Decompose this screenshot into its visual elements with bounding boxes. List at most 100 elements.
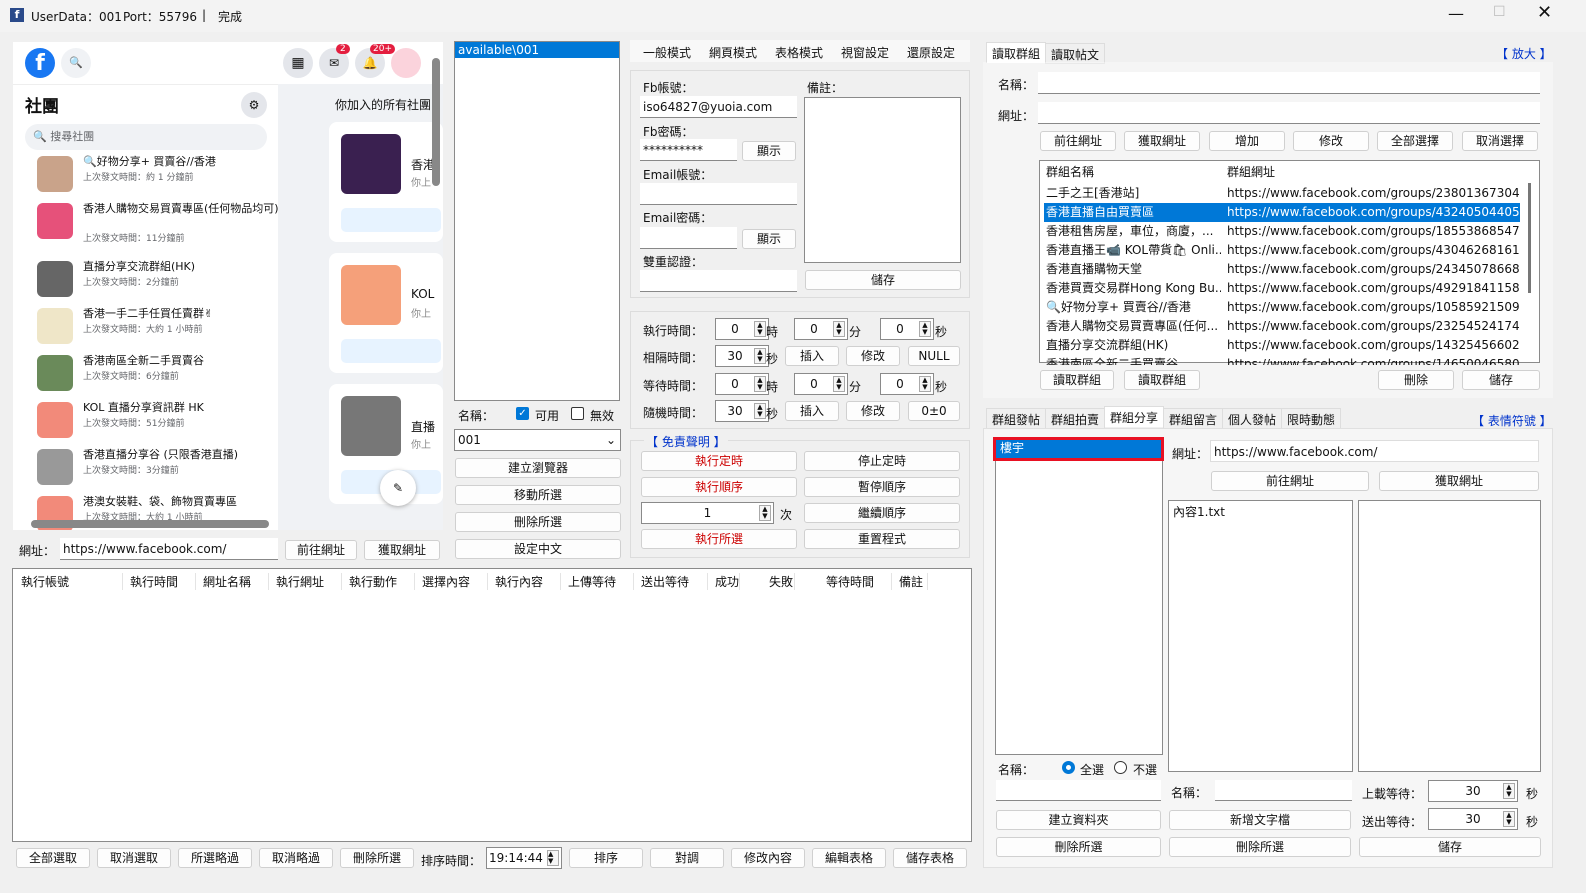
search-icon[interactable]: 🔍: [61, 48, 91, 78]
share-tab-5[interactable]: 限時動態: [1281, 408, 1342, 429]
log-column-header[interactable]: 執行網址: [276, 573, 343, 590]
card-button[interactable]: [341, 339, 441, 363]
mode-web[interactable]: 網頁模式: [709, 44, 757, 61]
interval-value-button[interactable]: NULL: [908, 346, 960, 366]
repeat-count-stepper[interactable]: 1 ▲ ▼: [641, 502, 774, 524]
avatar[interactable]: [391, 48, 421, 78]
group-row[interactable]: 香港直播王📹 KOL帶貨🛍 Onli... https://www.faceboo…: [1044, 241, 1520, 260]
group-action-button[interactable]: 前往網址: [1040, 131, 1116, 151]
bottom-button-2[interactable]: 所選略過: [178, 848, 252, 868]
run-selected-button[interactable]: 執行所選: [641, 529, 797, 549]
emoji-link[interactable]: 【 表情符號 】: [1472, 412, 1552, 429]
exec-minutes-stepper[interactable]: 0 ▲ ▼: [794, 318, 848, 340]
vertical-scrollbar[interactable]: [432, 58, 440, 186]
share-go-url-button[interactable]: 前往網址: [1211, 471, 1369, 491]
tab-read-posts[interactable]: 讀取帖文: [1045, 43, 1106, 64]
log-column-header[interactable]: 選擇內容: [422, 573, 489, 590]
settings-gear-icon[interactable]: ⚙: [241, 92, 267, 118]
email-pass-input[interactable]: [640, 227, 737, 249]
wait-minutes-stepper[interactable]: 0 ▲ ▼: [794, 373, 848, 395]
share-url-input[interactable]: https://www.facebook.com/: [1210, 440, 1539, 462]
group-action-button[interactable]: 修改: [1293, 131, 1369, 151]
compose-icon[interactable]: ✎: [380, 470, 416, 506]
disclaimer-link[interactable]: 【 免責聲明 】: [644, 433, 728, 450]
log-column-header[interactable]: 備註: [899, 573, 929, 590]
show-fb-pass-button[interactable]: 顯示: [742, 141, 796, 161]
sort-time-picker[interactable]: 19:14:44 ▲ ▼: [486, 847, 562, 869]
invalid-checkbox[interactable]: [571, 407, 584, 420]
save-groups-button[interactable]: 儲存: [1462, 370, 1540, 390]
select-none-radio[interactable]: [1114, 761, 1127, 774]
group-row[interactable]: 香港直播自由買賣區 https://www.facebook.com/groups…: [1044, 203, 1520, 222]
bottom-button-0[interactable]: 全部選取: [16, 848, 90, 868]
list-scrollbar[interactable]: [1528, 183, 1531, 293]
content-textarea[interactable]: [1358, 500, 1541, 772]
stepper-arrows-icon[interactable]: ▲ ▼: [547, 850, 559, 866]
stepper-arrows-icon[interactable]: ▲ ▼: [1503, 783, 1515, 799]
set-chinese-button[interactable]: 設定中文: [455, 539, 621, 559]
group-row[interactable]: 直播分享交流群組(HK) https://www.facebook.com/gro…: [1044, 336, 1520, 355]
stepper-arrows-icon[interactable]: ▲ ▼: [754, 348, 766, 364]
stepper-arrows-icon[interactable]: ▲ ▼: [833, 321, 845, 337]
read-groups-button[interactable]: 讀取群組: [1040, 370, 1114, 390]
reset-program-button[interactable]: 重置程式: [804, 529, 960, 549]
stepper-arrows-icon[interactable]: ▲ ▼: [759, 505, 771, 521]
exec-hours-stepper[interactable]: 0 ▲ ▼: [715, 318, 769, 340]
random-modify-button[interactable]: 修改: [846, 401, 900, 421]
move-selected-button[interactable]: 移動所選: [455, 485, 621, 505]
wait-seconds-stepper[interactable]: 0 ▲ ▼: [880, 373, 934, 395]
go-url-button[interactable]: 前往網址: [285, 540, 357, 560]
group-row[interactable]: 香港買賣交易群Hong Kong Bu... https://www.facebo…: [1044, 279, 1520, 298]
group-url-input[interactable]: [1038, 102, 1540, 124]
mode-general[interactable]: 一般模式: [643, 44, 691, 61]
fb-group-item[interactable]: 直播分享交流群組(HK) 上次發文時間：2分鐘前: [37, 259, 277, 303]
upload-wait-stepper[interactable]: 30 ▲ ▼: [1428, 780, 1518, 802]
bottom-action-0[interactable]: 排序: [569, 848, 643, 868]
bottom-button-1[interactable]: 取消選取: [97, 848, 171, 868]
random-stepper[interactable]: 30 ▲ ▼: [715, 400, 769, 422]
share-tab-3[interactable]: 群組留言: [1163, 408, 1224, 429]
card-button[interactable]: [341, 208, 441, 232]
send-wait-stepper[interactable]: 30 ▲ ▼: [1428, 808, 1518, 830]
log-column-header[interactable]: 成功: [715, 573, 741, 590]
share-tab-2[interactable]: 群組分享: [1104, 406, 1165, 427]
log-column-header[interactable]: 失敗: [769, 573, 796, 590]
exec-seconds-stepper[interactable]: 0 ▲ ▼: [880, 318, 934, 340]
random-insert-button[interactable]: 插入: [785, 401, 839, 421]
twofa-input[interactable]: [640, 270, 797, 292]
profile-list[interactable]: available\001: [454, 41, 620, 401]
group-row[interactable]: 香港南區全新二手買賣谷 https://www.facebook.com/grou…: [1044, 355, 1520, 365]
fb-user-input[interactable]: iso64827@yuoia.com: [640, 96, 797, 118]
get-url-button[interactable]: 獲取網址: [364, 540, 440, 560]
profile-item[interactable]: available\001: [455, 42, 619, 58]
delete-group-button[interactable]: 刪除: [1378, 370, 1454, 390]
fb-group-item[interactable]: 香港直播分享谷 (只限香港直播) 上次發文時間：3分鐘前: [37, 447, 277, 491]
file-item[interactable]: 內容1.txt: [1173, 503, 1348, 520]
horizontal-scrollbar[interactable]: [31, 520, 269, 528]
log-table[interactable]: 執行帳號 執行時間 網址名稱 執行網址 執行動作 選擇內容 執行內容 上傳等待 送出等待 成功 失敗…: [12, 568, 972, 842]
share-tab-1[interactable]: 群組拍賣: [1045, 408, 1106, 429]
stepper-arrows-icon[interactable]: ▲ ▼: [1503, 811, 1515, 827]
group-card[interactable]: 香港 你上: [329, 122, 443, 242]
interval-stepper[interactable]: 30 ▲ ▼: [715, 345, 769, 367]
available-checkbox[interactable]: ✓: [516, 407, 529, 420]
new-text-file-button[interactable]: 新增文字檔: [1169, 810, 1351, 830]
stepper-arrows-icon[interactable]: ▲ ▼: [754, 376, 766, 392]
create-browser-button[interactable]: 建立瀏覽器: [455, 458, 621, 478]
bottom-action-3[interactable]: 編輯表格: [812, 848, 886, 868]
group-action-button[interactable]: 增加: [1209, 131, 1285, 151]
mode-restore[interactable]: 還原設定: [907, 44, 955, 61]
address-input[interactable]: https://www.facebook.com/: [60, 538, 278, 560]
bottom-button-3[interactable]: 取消略過: [259, 848, 333, 868]
log-column-header[interactable]: 執行帳號: [21, 573, 124, 590]
fb-group-item[interactable]: 香港人購物交易買賣專區(任何物品均可) 上次發文時間：11分鐘前: [37, 201, 279, 245]
fb-group-item[interactable]: 香港南區全新二手買賣谷 上次發文時間：6分鐘前: [37, 353, 277, 397]
maximize-button[interactable]: ☐: [1493, 4, 1506, 20]
fb-pass-input[interactable]: **********: [640, 139, 737, 161]
group-row[interactable]: 🔍好物分享+ 買賣谷//香港 https://www.facebook.com/g…: [1044, 298, 1520, 317]
group-row[interactable]: 二手之王[香港站] https://www.facebook.com/groups…: [1044, 184, 1520, 203]
stepper-arrows-icon[interactable]: ▲ ▼: [833, 376, 845, 392]
interval-insert-button[interactable]: 插入: [785, 346, 839, 366]
browser-view[interactable]: f 🔍 ▦ ✉ 2 🔔 20+ 社團 ⚙ 🔍 搜尋社團 你加入的所有社團 香港 …: [13, 42, 443, 530]
group-card[interactable]: KOL 你上: [329, 253, 443, 373]
